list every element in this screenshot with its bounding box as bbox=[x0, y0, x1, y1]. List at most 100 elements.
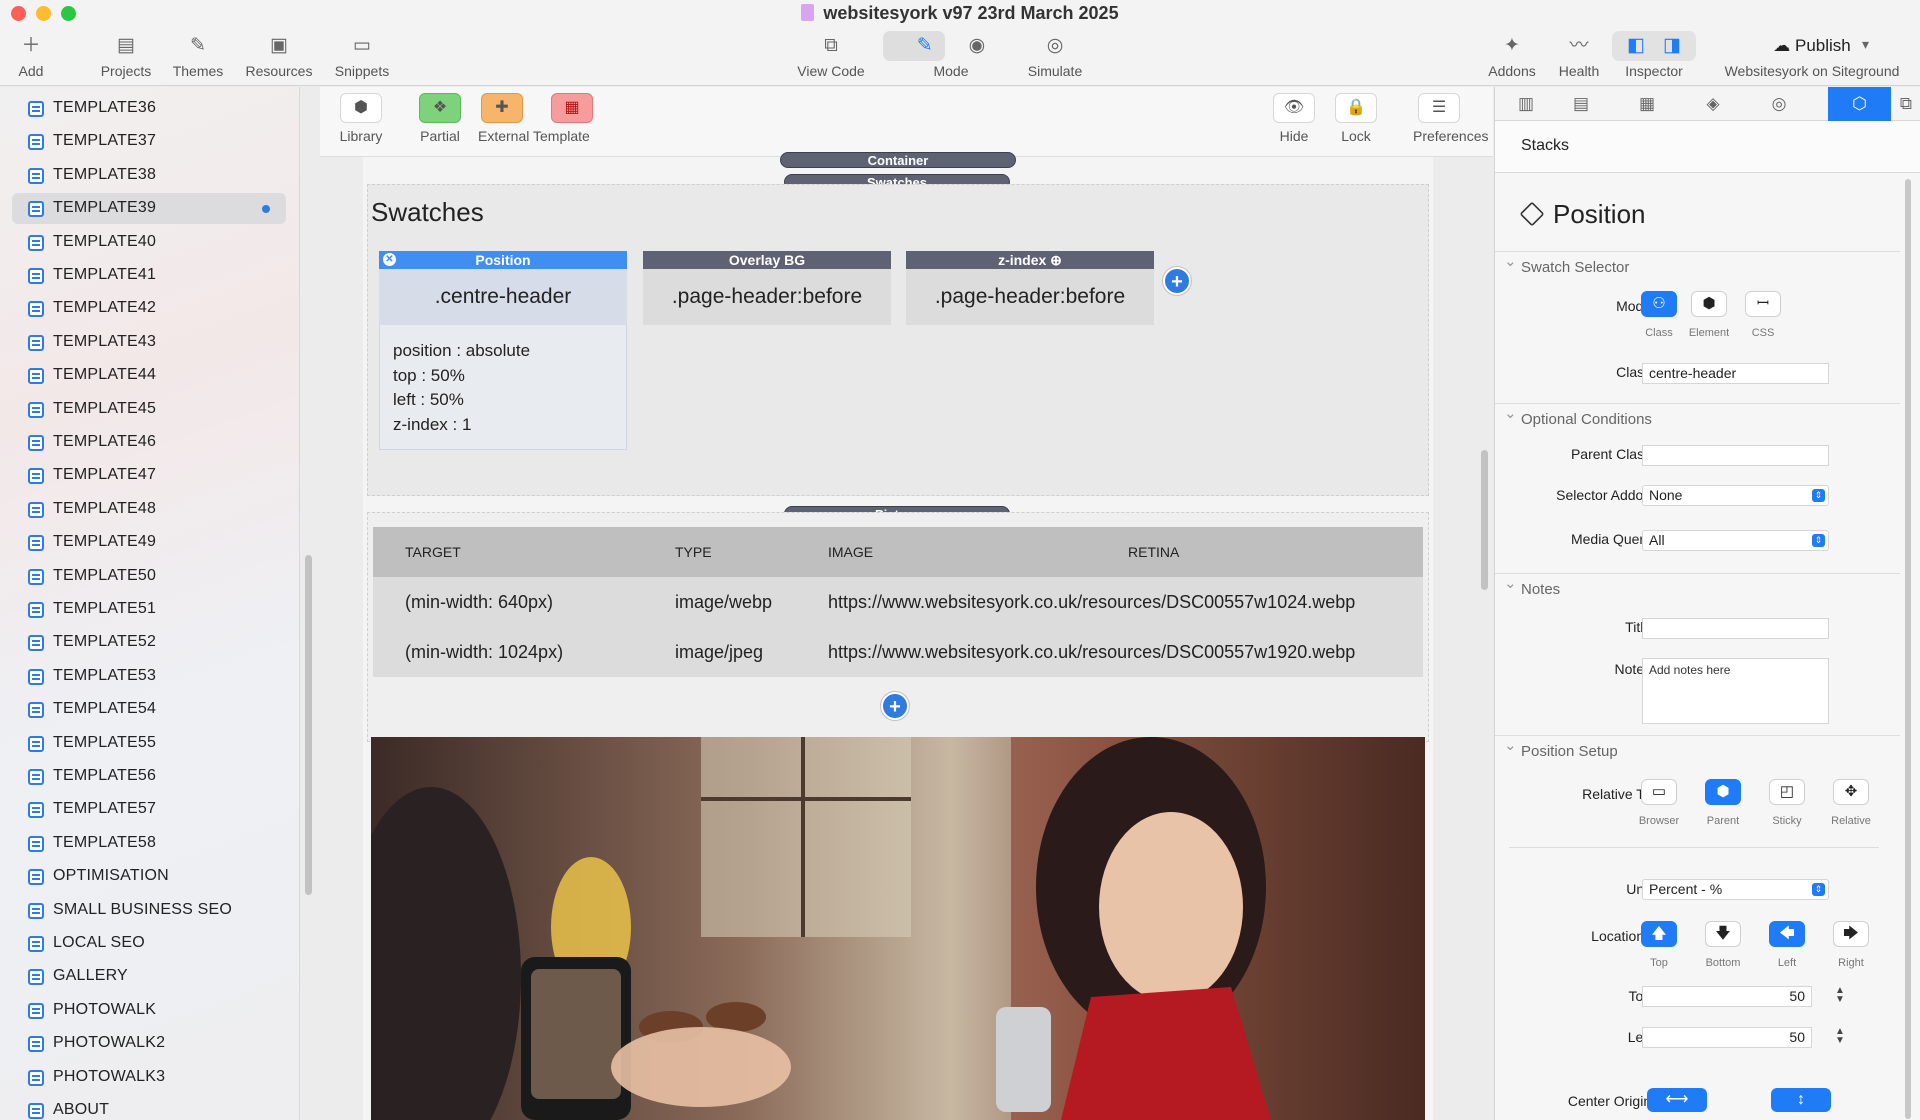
parent-class-input[interactable] bbox=[1642, 445, 1829, 466]
publish-menu-chevron-icon[interactable]: ▾ bbox=[1862, 36, 1869, 53]
sidebar-item-template56[interactable]: TEMPLATE56 bbox=[12, 761, 286, 792]
inspector-scrollbar[interactable] bbox=[1905, 179, 1911, 1119]
sidebar-item-local-seo[interactable]: LOCAL SEO bbox=[12, 928, 286, 959]
sidebar-scrollbar[interactable] bbox=[305, 555, 312, 895]
addons-button[interactable]: ✦ Addons bbox=[1484, 32, 1540, 79]
sidebar-item-photowalk[interactable]: PHOTOWALK bbox=[12, 995, 286, 1026]
notes-textarea[interactable]: Add notes here bbox=[1642, 658, 1829, 724]
sidebar-item-template40[interactable]: TEMPLATE40 bbox=[12, 227, 286, 258]
section-optional-conditions[interactable]: Optional Conditions bbox=[1495, 403, 1900, 435]
detach-tab-icon[interactable]: ⧉ bbox=[1891, 87, 1920, 121]
sidebar-item-template36[interactable]: TEMPLATE36 bbox=[12, 93, 286, 124]
sidebar-item-template53[interactable]: TEMPLATE53 bbox=[12, 661, 286, 692]
center-horizontal-icon[interactable]: ⟷ bbox=[1647, 1088, 1707, 1112]
sidebar-item-template49[interactable]: TEMPLATE49 bbox=[12, 527, 286, 558]
swatch-overlay-bg[interactable]: Overlay BG .page-header:before bbox=[643, 251, 891, 325]
header-tab-icon[interactable]: ▦ bbox=[1616, 87, 1678, 121]
arrow-down-icon[interactable]: 🡇 bbox=[1705, 921, 1741, 947]
parent-icon[interactable]: ⬢ bbox=[1705, 779, 1741, 805]
selector-addon-select[interactable]: None ⇕ bbox=[1642, 485, 1829, 506]
sidebar-item-template51[interactable]: TEMPLATE51 bbox=[12, 594, 286, 625]
section-position-setup[interactable]: Position Setup bbox=[1495, 735, 1900, 767]
sidebar-item-template50[interactable]: TEMPLATE50 bbox=[12, 561, 286, 592]
section-swatch-selector[interactable]: Swatch Selector bbox=[1495, 251, 1900, 283]
snippets-button[interactable]: ▭ Snippets bbox=[330, 32, 394, 79]
themes-button[interactable]: ✎ Themes bbox=[168, 32, 228, 79]
simulate-button[interactable]: ◎ Simulate bbox=[1020, 32, 1090, 79]
relative-icon[interactable]: ✥ bbox=[1833, 779, 1869, 805]
class-input[interactable]: centre-header bbox=[1642, 363, 1829, 384]
sidebar-item-template58[interactable]: TEMPLATE58 bbox=[12, 828, 286, 859]
swatch-z-index[interactable]: z-index ⊕ .page-header:before bbox=[906, 251, 1154, 325]
sidebar-item-template52[interactable]: TEMPLATE52 bbox=[12, 627, 286, 658]
health-button[interactable]: 〰 Health bbox=[1554, 32, 1604, 79]
arrow-right-icon[interactable]: 🡆 bbox=[1833, 921, 1869, 947]
sidebar-item-photowalk2[interactable]: PHOTOWALK2 bbox=[12, 1028, 286, 1059]
media-query-select[interactable]: All ⇕ bbox=[1642, 530, 1829, 551]
sidebar-item-photowalk3[interactable]: PHOTOWALK3 bbox=[12, 1062, 286, 1093]
unit-select[interactable]: Percent - % ⇕ bbox=[1642, 879, 1829, 900]
mode-control[interactable]: ✎ ◉ Mode bbox=[884, 32, 1018, 79]
top-input[interactable]: 50 bbox=[1642, 986, 1812, 1007]
stacks-tab-icon[interactable]: ⬡ bbox=[1828, 87, 1891, 121]
hide-button[interactable]: 👁 Hide bbox=[1270, 93, 1318, 144]
sidebar-item-gallery[interactable]: GALLERY bbox=[12, 961, 286, 992]
table-row[interactable]: (min-width: 1024px) image/jpeg https://w… bbox=[373, 627, 1423, 677]
arrow-left-icon[interactable]: 🡄 bbox=[1769, 921, 1805, 947]
center-vertical-icon[interactable]: ↕ bbox=[1771, 1088, 1831, 1112]
element-mode-icon[interactable]: ⬢ bbox=[1691, 291, 1727, 317]
resources-button[interactable]: ▣ Resources bbox=[242, 32, 316, 79]
view-code-button[interactable]: ⧉ View Code bbox=[792, 32, 870, 79]
sidebar-item-template48[interactable]: TEMPLATE48 bbox=[12, 494, 286, 525]
class-mode-icon[interactable]: ⚇ bbox=[1641, 291, 1677, 317]
sidebar-item-template42[interactable]: TEMPLATE42 bbox=[12, 293, 286, 324]
pencil-icon[interactable]: ✎ bbox=[917, 35, 933, 56]
top-stepper-icon[interactable]: ▲ ▼ bbox=[1835, 986, 1845, 1005]
external-button[interactable]: ✚ External Template bbox=[478, 93, 590, 144]
editor-scrollbar[interactable] bbox=[1481, 450, 1488, 590]
page-tab-icon[interactable]: ▥ bbox=[1495, 87, 1557, 121]
swatch-position[interactable]: ✕ Position .centre-header position : abs… bbox=[379, 251, 627, 450]
sidebar-item-optimisation[interactable]: OPTIMISATION bbox=[12, 861, 286, 892]
table-row[interactable]: (min-width: 640px) image/webp https://ww… bbox=[373, 577, 1423, 627]
partial-button[interactable]: ❖ Partial bbox=[416, 93, 464, 144]
sidebar-item-template57[interactable]: TEMPLATE57 bbox=[12, 794, 286, 825]
left-input[interactable]: 50 bbox=[1642, 1027, 1812, 1048]
sidebar-item-template41[interactable]: TEMPLATE41 bbox=[12, 260, 286, 291]
sticky-icon[interactable]: ◰ bbox=[1769, 779, 1805, 805]
close-icon[interactable]: ✕ bbox=[383, 253, 396, 266]
sidebar-item-template39[interactable]: TEMPLATE39 bbox=[12, 193, 286, 225]
sidebar-item-small-business-seo[interactable]: SMALL BUSINESS SEO bbox=[12, 895, 286, 926]
sidebar-item-template44[interactable]: TEMPLATE44 bbox=[12, 360, 286, 391]
left-stepper-icon[interactable]: ▲ ▼ bbox=[1835, 1027, 1845, 1046]
notes-title-input[interactable] bbox=[1642, 618, 1829, 639]
sidebar-item-template37[interactable]: TEMPLATE37 bbox=[12, 126, 286, 157]
add-button[interactable]: ＋ Add bbox=[14, 32, 48, 79]
eye-icon[interactable]: ◉ bbox=[969, 35, 986, 56]
add-source-button[interactable]: + bbox=[881, 692, 909, 720]
layout-tab-icon[interactable]: ▤ bbox=[1550, 87, 1612, 121]
preferences-button[interactable]: ☰ Preferences bbox=[1413, 93, 1488, 144]
sidebar-item-template45[interactable]: TEMPLATE45 bbox=[12, 394, 286, 425]
arrow-up-icon[interactable]: 🡅 bbox=[1641, 921, 1677, 947]
section-notes[interactable]: Notes bbox=[1495, 573, 1900, 605]
tag-tab-icon[interactable]: ◈ bbox=[1682, 87, 1744, 121]
sidebar-item-template43[interactable]: TEMPLATE43 bbox=[12, 327, 286, 358]
sidebar-item-template54[interactable]: TEMPLATE54 bbox=[12, 694, 286, 725]
publish-button[interactable]: ☁ Publish Websitesyork on Siteground bbox=[1712, 32, 1912, 79]
sidebar-item-template38[interactable]: TEMPLATE38 bbox=[12, 160, 286, 191]
sidebar-item-template55[interactable]: TEMPLATE55 bbox=[12, 728, 286, 759]
inspector-button[interactable]: ◧ ◨ Inspector bbox=[1612, 32, 1696, 79]
template-button[interactable]: ▦ bbox=[548, 93, 596, 123]
sidebar-item-template47[interactable]: TEMPLATE47 bbox=[12, 460, 286, 491]
browser-icon[interactable]: ▭ bbox=[1641, 779, 1677, 805]
sidebar-item-template46[interactable]: TEMPLATE46 bbox=[12, 427, 286, 458]
css-mode-icon[interactable]: ꟷ bbox=[1745, 291, 1781, 317]
library-button[interactable]: ⬢ Library bbox=[336, 93, 386, 144]
container-stack-label[interactable]: Container bbox=[780, 152, 1016, 168]
target-tab-icon[interactable]: ◎ bbox=[1748, 87, 1810, 121]
left-panel-icon[interactable]: ◧ bbox=[1627, 35, 1645, 56]
lock-button[interactable]: 🔒 Lock bbox=[1332, 93, 1380, 144]
picture-preview-image[interactable] bbox=[371, 737, 1425, 1120]
right-panel-icon[interactable]: ◨ bbox=[1663, 35, 1681, 56]
